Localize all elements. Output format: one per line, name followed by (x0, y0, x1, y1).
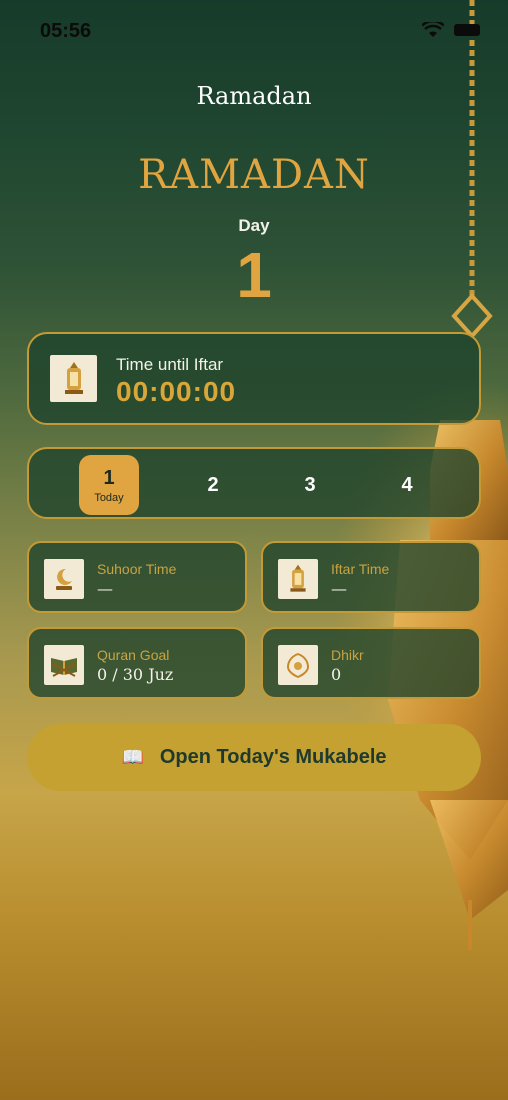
day-pill-2[interactable]: 2 (183, 455, 243, 515)
status-bar: 05:56 (0, 0, 508, 60)
iftar-time-card[interactable]: Iftar Time — (261, 541, 481, 613)
day-pill-1[interactable]: 1 Today (79, 455, 139, 515)
status-time: 05:56 (40, 20, 92, 42)
iftar-time-title: Iftar Time (331, 561, 390, 577)
day-pill-sub: Today (94, 491, 124, 504)
hero-title: RAMADAN (138, 152, 370, 198)
iftar-countdown-label: Time until Iftar (116, 355, 224, 374)
iftar-time-value: — (331, 579, 347, 598)
dhikr-value: 0 (331, 665, 342, 684)
quran-goal-value: 0 / 30 Juz (97, 665, 174, 684)
quran-book-icon (44, 645, 84, 685)
book-icon: 📖 (121, 747, 144, 767)
lantern-icon (50, 355, 97, 402)
day-label: Day (238, 216, 270, 235)
suhoor-title: Suhoor Time (97, 561, 177, 577)
day-pill-number: 1 (103, 466, 115, 489)
iftar-countdown-card: Time until Iftar 00:00:00 (27, 332, 481, 425)
quran-goal-title: Quran Goal (97, 647, 170, 663)
open-mukabele-button[interactable]: 📖 Open Today's Mukabele (27, 724, 481, 791)
day-pill-number: 3 (304, 473, 316, 496)
crescent-moon-icon (44, 559, 84, 599)
day-selector: 1 Today 2 3 4 (27, 447, 481, 519)
battery-icon (454, 24, 480, 36)
day-pill-3[interactable]: 3 (280, 455, 340, 515)
dhikr-card[interactable]: Dhikr 0 (261, 627, 481, 699)
open-mukabele-label: Open Today's Mukabele (159, 746, 387, 768)
status-icons (422, 22, 480, 38)
suhoor-card[interactable]: Suhoor Time — (27, 541, 247, 613)
quran-goal-card[interactable]: Quran Goal 0 / 30 Juz (27, 627, 247, 699)
app-title: Ramadan (196, 82, 312, 110)
suhoor-value: — (97, 579, 113, 598)
prayer-beads-icon (278, 645, 318, 685)
iftar-countdown-value: 00:00:00 (116, 376, 237, 407)
day-pill-number: 2 (207, 473, 219, 496)
day-number: 1 (236, 239, 272, 311)
wifi-icon (422, 22, 444, 37)
day-pill-4[interactable]: 4 (377, 455, 437, 515)
day-pill-number: 4 (401, 473, 413, 496)
lantern-icon (278, 559, 318, 599)
dhikr-title: Dhikr (331, 647, 364, 663)
